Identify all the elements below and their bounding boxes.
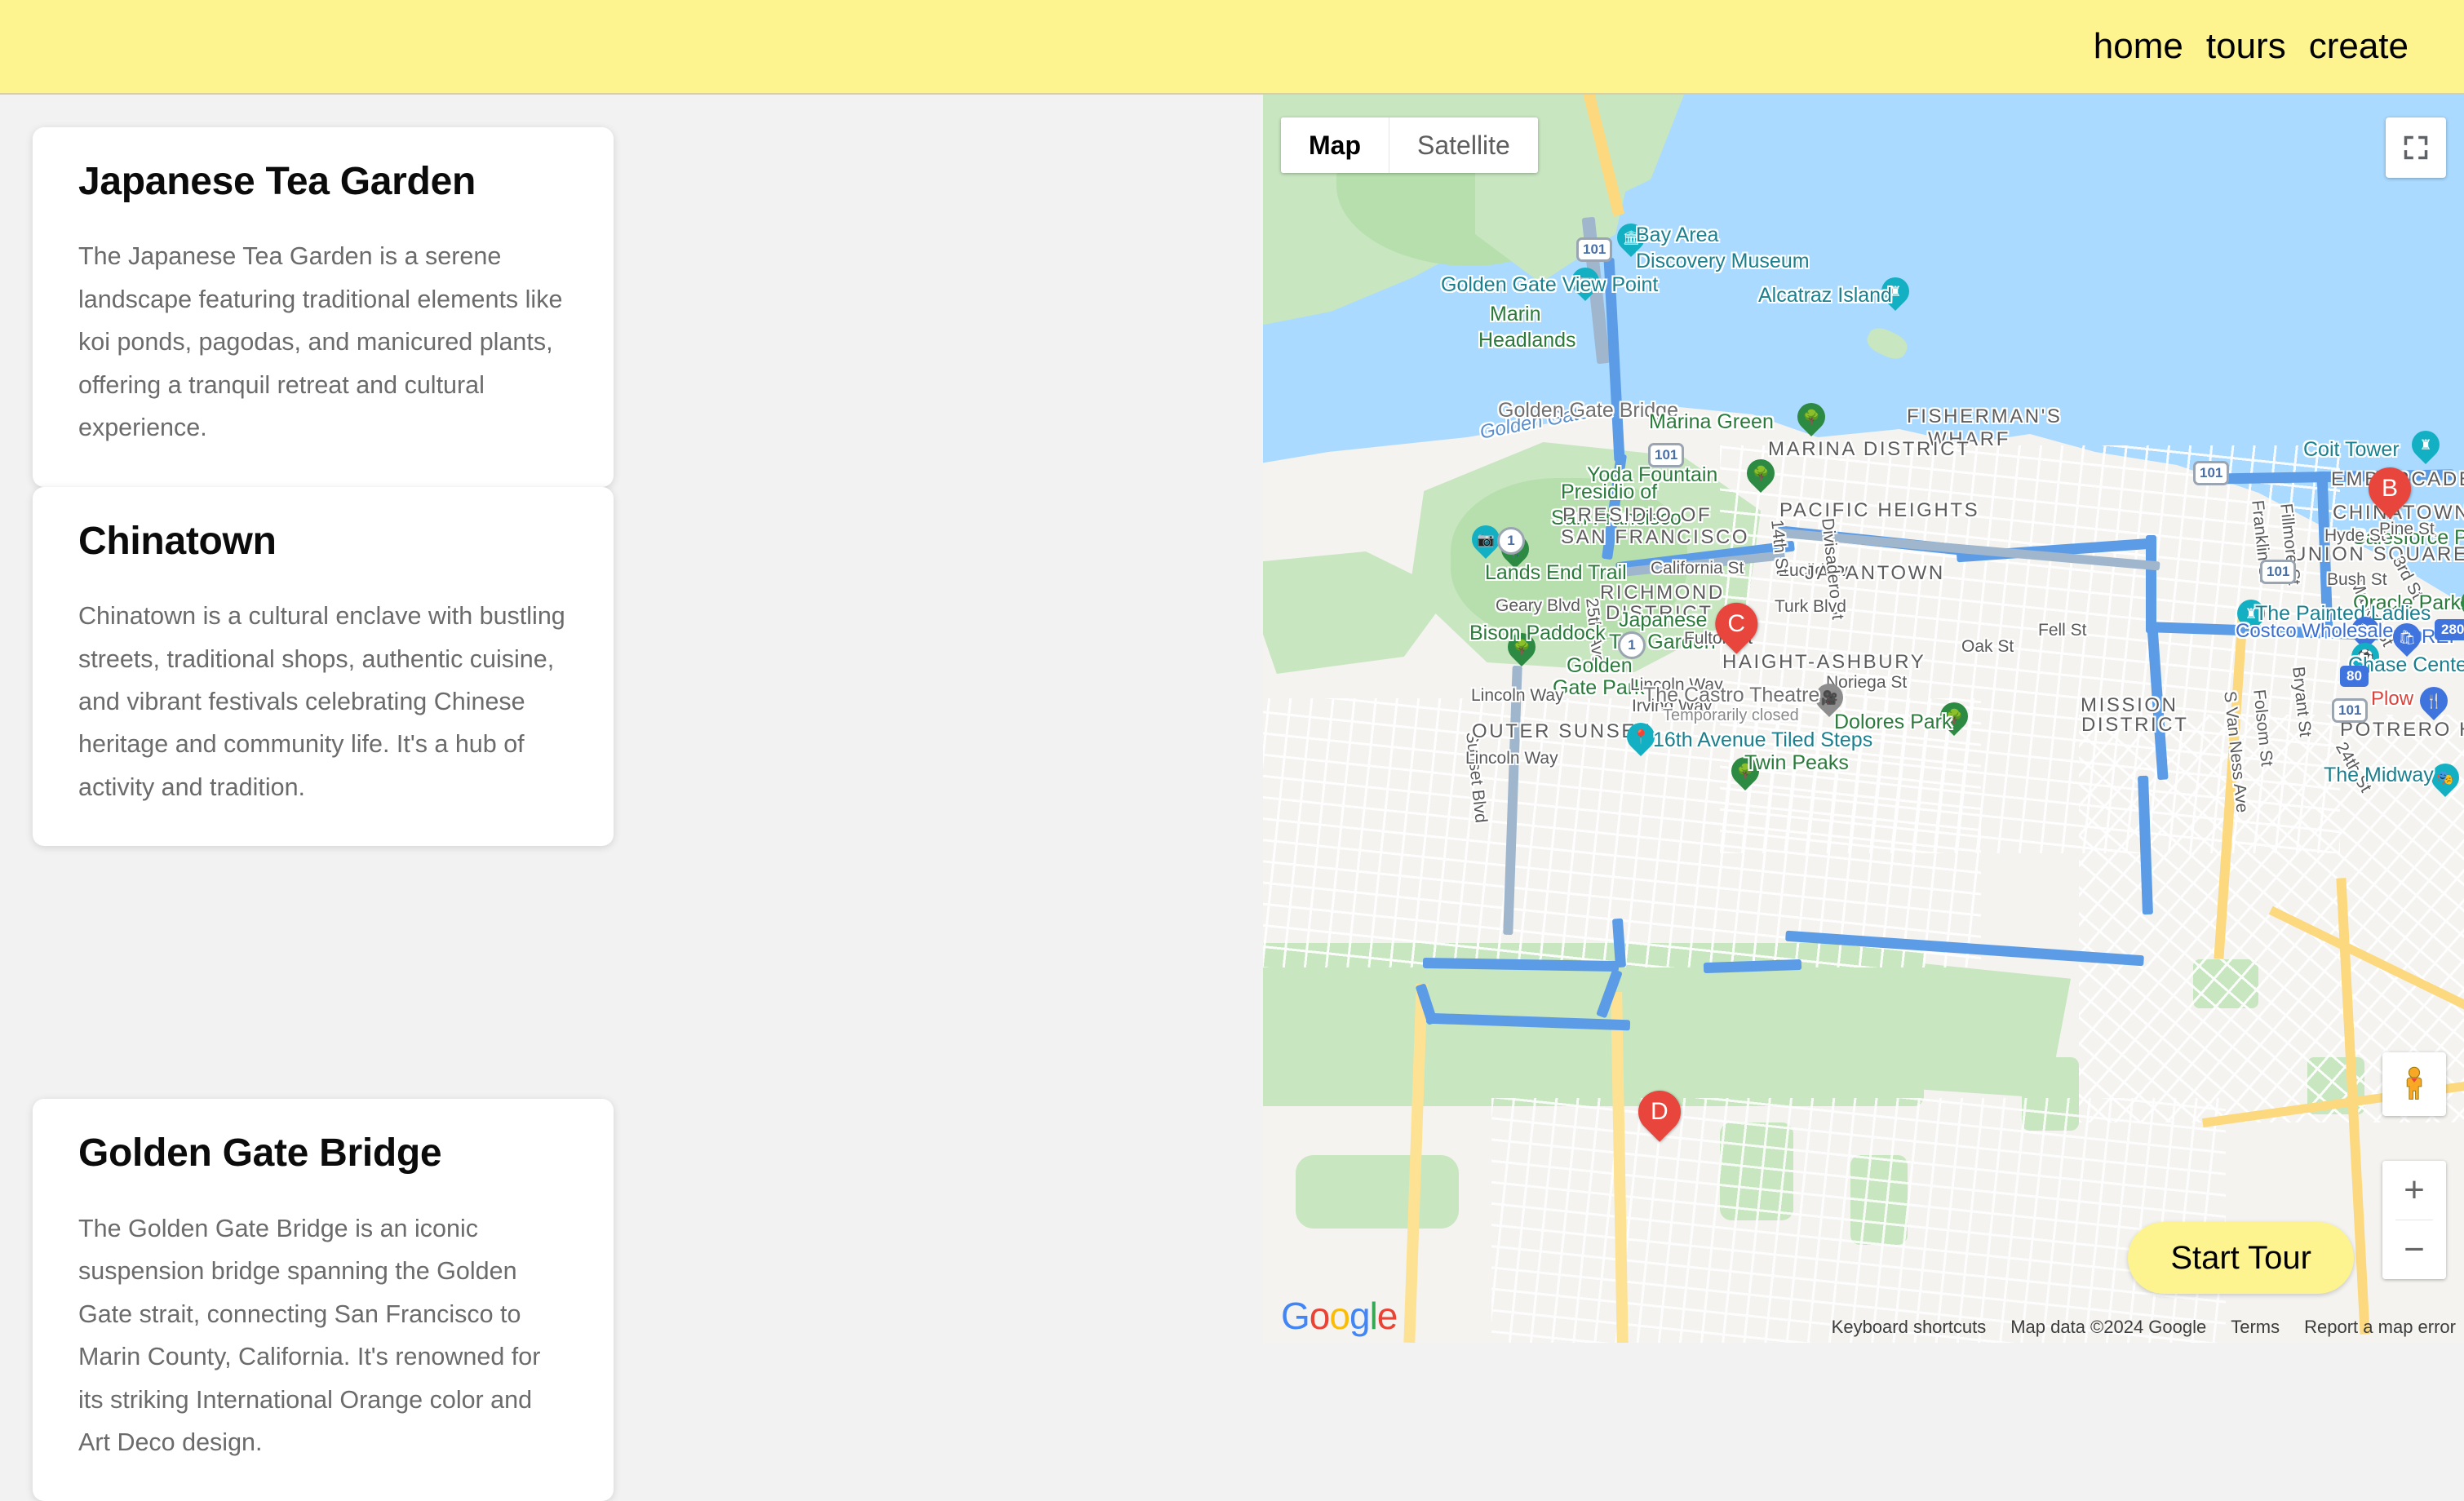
keyboard-shortcuts-link[interactable]: Keyboard shortcuts [1832, 1317, 1987, 1338]
logo-letter: o [1310, 1295, 1330, 1337]
highway-shield-280: 280 [2435, 619, 2464, 640]
highway-shield-101: 101 [1576, 237, 1612, 262]
map-type-map-button[interactable]: Map [1281, 117, 1389, 173]
fullscreen-icon [2400, 132, 2431, 163]
start-tour-button[interactable]: Start Tour [2128, 1222, 2354, 1294]
zoom-control: + − [2382, 1161, 2446, 1279]
google-map[interactable]: Golden Gate 🏛 Bay Area Discovery Museum … [1263, 95, 2464, 1343]
castle-icon: ♜ [2245, 607, 2257, 621]
map-type-control: Map Satellite [1281, 117, 1538, 173]
route-marker-label: B [2382, 475, 2398, 503]
main-navigation: home tours create [2082, 29, 2420, 64]
map-attribution: Keyboard shortcuts Map data ©2024 Google… [1832, 1317, 2456, 1338]
camera-icon: 📷 [1477, 533, 1494, 547]
highway-shield-101: 101 [2260, 560, 2296, 584]
attraction-card[interactable]: Japanese Tea Garden The Japanese Tea Gar… [33, 127, 614, 487]
map-type-satellite-button[interactable]: Satellite [1389, 117, 1538, 173]
logo-letter: o [1329, 1295, 1349, 1337]
camera-icon: 📷 [1576, 275, 1593, 289]
stairs-icon: 📍 [1632, 730, 1649, 744]
tree-icon: 🌳 [1945, 710, 1962, 724]
site-header: home tours create [0, 0, 2464, 95]
restaurant-icon: 🍴 [2425, 694, 2442, 708]
google-logo: Google [1281, 1297, 1397, 1335]
nav-create[interactable]: create [2298, 29, 2420, 64]
route-marker-label: D [1651, 1098, 1669, 1126]
card-title: Japanese Tea Garden [78, 162, 568, 202]
highway-shield-1: 1 [1618, 631, 1646, 659]
nav-tours[interactable]: tours [2195, 29, 2298, 64]
card-title: Chinatown [78, 521, 568, 562]
logo-letter: l [1370, 1295, 1377, 1337]
castle-icon: ♜ [2419, 438, 2431, 452]
highway-shield-1: 1 [1497, 527, 1525, 555]
map-route-segment [2146, 535, 2156, 633]
zoom-in-button[interactable]: + [2382, 1161, 2446, 1220]
attraction-card[interactable]: Golden Gate Bridge The Golden Gate Bridg… [33, 1099, 614, 1501]
highway-shield-101: 101 [2193, 461, 2229, 485]
logo-letter: G [1281, 1295, 1310, 1337]
card-description: Chinatown is a cultural enclave with bus… [78, 595, 568, 808]
castle-icon: ♜ [1889, 285, 1901, 299]
street-view-pegman-icon [2395, 1065, 2433, 1103]
map-street-grid [1491, 1098, 2226, 1343]
attractions-panel: Japanese Tea Garden The Japanese Tea Gar… [0, 95, 1263, 1343]
map-data-copyright: Map data ©2024 Google [2010, 1317, 2206, 1338]
tree-icon: 🌳 [1752, 467, 1769, 480]
street-view-button[interactable] [2382, 1052, 2446, 1116]
report-map-error-link[interactable]: Report a map error [2304, 1317, 2456, 1338]
shopping-bag-icon: 🛍 [2398, 631, 2416, 644]
map-canvas: Golden Gate 🏛 Bay Area Discovery Museum … [1263, 95, 2464, 1343]
route-marker-label: C [1727, 610, 1745, 638]
zoom-out-button[interactable]: − [2382, 1220, 2446, 1279]
card-description: The Golden Gate Bridge is an iconic susp… [78, 1207, 568, 1464]
map-green-area [1296, 1155, 1459, 1229]
logo-letter: g [1349, 1295, 1370, 1337]
tree-icon: 🌳 [1802, 410, 1819, 424]
terms-link[interactable]: Terms [2231, 1317, 2280, 1338]
attraction-card[interactable]: Chinatown Chinatown is a cultural enclav… [33, 487, 614, 847]
tree-icon: 🌳 [1736, 764, 1753, 778]
card-title: Golden Gate Bridge [78, 1133, 568, 1174]
highway-shield-101: 101 [2332, 698, 2368, 723]
fullscreen-button[interactable] [2386, 117, 2446, 178]
logo-letter: e [1377, 1295, 1398, 1337]
tree-icon: 🌳 [1513, 640, 1530, 654]
attraction-card-grid: Japanese Tea Garden The Japanese Tea Gar… [33, 127, 1230, 1501]
card-description: The Japanese Tea Garden is a serene land… [78, 235, 568, 449]
nav-home[interactable]: home [2082, 29, 2195, 64]
film-icon: 🎥 [1820, 691, 1837, 705]
venue-icon: 🎭 [2436, 771, 2453, 785]
shopping-bag-icon: 🛍 [2356, 624, 2374, 638]
museum-icon: 🏛 [1622, 231, 1640, 245]
highway-shield-80: 80 [2340, 666, 2369, 687]
arena-icon: ⚽ [2356, 650, 2373, 664]
highway-shield-101: 101 [1648, 443, 1684, 467]
